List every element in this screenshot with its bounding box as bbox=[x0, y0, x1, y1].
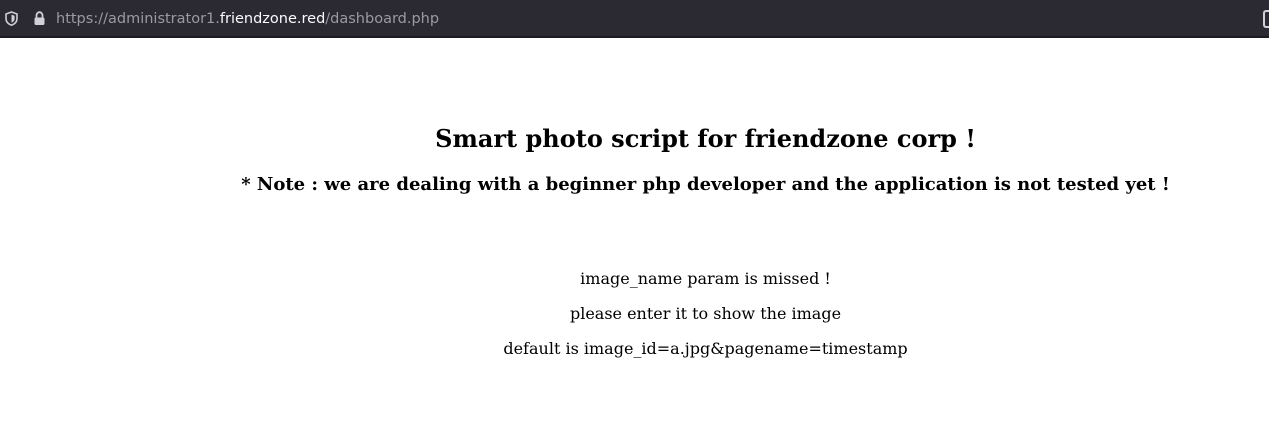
browser-url-bar[interactable]: https://administrator1.friendzone.red/da… bbox=[0, 0, 1269, 38]
url-text[interactable]: https://administrator1.friendzone.red/da… bbox=[56, 10, 439, 28]
toolbar-edge-button[interactable] bbox=[1263, 10, 1269, 28]
url-path: /dashboard.php bbox=[325, 11, 440, 27]
developer-note: * Note : we are dealing with a beginner … bbox=[241, 174, 1170, 195]
page-title: Smart photo script for friendzone corp ! bbox=[435, 124, 976, 153]
url-domain: friendzone.red bbox=[219, 11, 326, 27]
padlock-icon[interactable] bbox=[33, 11, 46, 26]
default-params-message: default is image_id=a.jpg&pagename=times… bbox=[503, 339, 908, 358]
url-subdomain: administrator1. bbox=[107, 11, 220, 27]
instruction-message: please enter it to show the image bbox=[569, 304, 842, 323]
error-message: image_name param is missed ! bbox=[580, 269, 831, 288]
tracking-protection-shield-icon[interactable] bbox=[5, 11, 18, 26]
page-content: Smart photo script for friendzone corp !… bbox=[0, 40, 1269, 448]
url-scheme: https:// bbox=[56, 11, 108, 27]
